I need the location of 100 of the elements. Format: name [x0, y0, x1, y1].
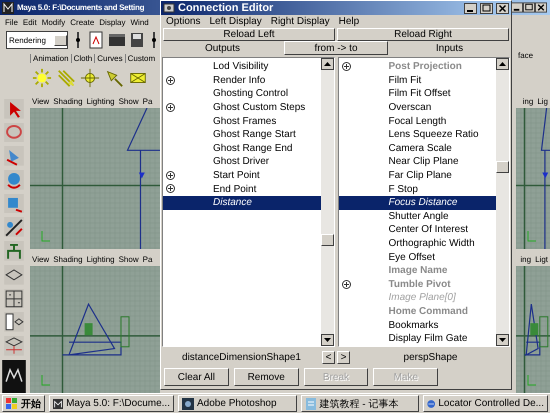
- attribute-item[interactable]: Focal Length: [338, 114, 496, 128]
- attribute-item[interactable]: Ghost Custom Steps: [163, 100, 320, 114]
- menu-item[interactable]: Display: [99, 18, 126, 26]
- viewport-menu-item[interactable]: Show: [118, 255, 139, 264]
- shelf-tab[interactable]: Animation: [30, 54, 71, 62]
- viewport-menu-item[interactable]: Pa: [142, 255, 152, 264]
- expand-plus-icon[interactable]: [166, 102, 175, 112]
- scroll-thumb[interactable]: [320, 234, 334, 246]
- spotlight-icon[interactable]: [104, 68, 124, 88]
- reload-right-button[interactable]: Reload Right: [337, 28, 509, 41]
- viewport-menu-item[interactable]: Lig: [537, 97, 548, 106]
- menu-item[interactable]: Wind: [130, 18, 149, 26]
- clapperboard-icon[interactable]: [108, 33, 126, 47]
- viewport-menu-item[interactable]: View: [32, 97, 50, 106]
- expand-plus-icon[interactable]: [166, 76, 175, 85]
- minimize-icon[interactable]: [511, 2, 523, 13]
- maximize-icon[interactable]: [523, 2, 535, 13]
- attribute-item[interactable]: Ghost Frames: [163, 114, 320, 128]
- scroll-down-icon[interactable]: [320, 334, 334, 346]
- attribute-item[interactable]: Display Film Gate: [338, 332, 496, 346]
- manipulator-icon[interactable]: [4, 217, 24, 238]
- menu-item[interactable]: Edit: [22, 18, 37, 26]
- shelf-tab[interactable]: Curves: [94, 54, 125, 62]
- expand-plus-icon[interactable]: [166, 170, 175, 180]
- expand-plus-icon[interactable]: [342, 280, 350, 288]
- outliner-layout-icon[interactable]: [4, 312, 24, 332]
- viewport-menu-item[interactable]: Shading: [53, 97, 83, 106]
- scroll-up-icon[interactable]: [496, 58, 509, 70]
- attribute-item[interactable]: F Stop: [338, 182, 496, 196]
- action-button[interactable]: Remove: [234, 368, 299, 386]
- menu-item[interactable]: Help: [338, 16, 360, 26]
- menu-item[interactable]: Modify: [42, 18, 66, 26]
- scroll-down-icon[interactable]: [496, 334, 509, 346]
- scrollbar[interactable]: [320, 58, 334, 346]
- attribute-item[interactable]: Start Point: [163, 168, 320, 182]
- menu-item[interactable]: File: [5, 18, 18, 26]
- rotate-tool-icon[interactable]: [4, 170, 24, 190]
- viewport-menu-item[interactable]: Lighting: [86, 255, 115, 264]
- save-icon[interactable]: [130, 32, 144, 48]
- taskbar-button[interactable]: Maya 5.0: F:\Docume...: [49, 395, 174, 412]
- start-button[interactable]: 开始: [2, 395, 45, 412]
- single-view-icon[interactable]: [4, 264, 24, 284]
- expand-plus-icon[interactable]: [166, 184, 175, 194]
- lasso-icon[interactable]: [4, 122, 24, 142]
- attribute-item[interactable]: Distance: [163, 196, 320, 210]
- attribute-item[interactable]: Near Clip Plane: [338, 155, 496, 169]
- soft-mod-icon[interactable]: [4, 241, 24, 261]
- attribute-item[interactable]: Film Fit: [338, 74, 496, 88]
- attribute-item[interactable]: End Point: [163, 182, 320, 196]
- action-button[interactable]: Clear All: [164, 368, 229, 386]
- attribute-item[interactable]: Ghost Driver: [163, 155, 320, 169]
- menu-set-dropdown[interactable]: Rendering: [6, 31, 68, 49]
- expand-plus-icon[interactable]: [342, 62, 350, 71]
- point-light-icon[interactable]: [80, 68, 100, 88]
- shelf-tab[interactable]: Custom: [124, 54, 158, 62]
- attribute-item[interactable]: Overscan: [338, 100, 496, 114]
- shelf-tab[interactable]: Cloth: [70, 54, 94, 62]
- viewport-menu-item[interactable]: Lighting: [86, 97, 115, 106]
- attribute-item[interactable]: Center Of Interest: [338, 223, 496, 237]
- viewport-menu-item[interactable]: Show: [118, 97, 139, 106]
- viewport-menu-item[interactable]: Shading: [53, 255, 83, 264]
- next-button[interactable]: >: [337, 350, 350, 364]
- attribute-item[interactable]: Bookmarks: [338, 318, 496, 332]
- move-tool-icon[interactable]: [4, 146, 24, 166]
- attribute-item[interactable]: Orthographic Width: [338, 236, 496, 250]
- direction-button[interactable]: from -> to: [284, 41, 388, 55]
- viewport-menu-item[interactable]: ing: [522, 97, 534, 106]
- viewport-menu-item[interactable]: Pa: [142, 97, 152, 106]
- scroll-thumb[interactable]: [496, 161, 509, 173]
- attribute-item[interactable]: Eye Offset: [338, 250, 496, 264]
- taskbar-button[interactable]: Locator Controlled De...: [423, 395, 548, 412]
- attribute-item[interactable]: Lod Visibility: [163, 60, 320, 74]
- scroll-up-icon[interactable]: [320, 58, 334, 70]
- menu-item[interactable]: Options: [166, 16, 200, 26]
- menu-item[interactable]: Create: [70, 18, 94, 26]
- viewport-menu-item[interactable]: View: [32, 255, 50, 264]
- four-view-icon[interactable]: [4, 288, 24, 308]
- previous-button[interactable]: <: [322, 350, 335, 364]
- close-icon[interactable]: [496, 2, 509, 14]
- attribute-item[interactable]: Far Clip Plane: [338, 168, 496, 182]
- attribute-item[interactable]: Camera Scale: [338, 142, 496, 156]
- viewport-menu-item[interactable]: Ligt: [535, 255, 548, 264]
- graph-layout-icon[interactable]: [4, 336, 24, 356]
- attribute-item[interactable]: Render Info: [163, 74, 320, 88]
- scrollbar[interactable]: [496, 58, 509, 346]
- taskbar-button[interactable]: 建筑教程 - 记事本: [300, 395, 419, 412]
- reload-left-button[interactable]: Reload Left: [163, 28, 335, 41]
- attribute-item[interactable]: Shutter Angle: [338, 210, 496, 224]
- taskbar-button[interactable]: Adobe Photoshop: [178, 395, 296, 412]
- viewport-menu-item[interactable]: ing: [520, 255, 532, 264]
- scale-tool-icon[interactable]: [4, 194, 24, 214]
- attribute-item[interactable]: Ghost Range Start: [163, 128, 320, 142]
- attribute-item[interactable]: Ghosting Control: [163, 87, 320, 101]
- maximize-icon[interactable]: [480, 2, 493, 14]
- menu-item[interactable]: Left Display: [209, 16, 262, 26]
- minimize-icon[interactable]: [464, 2, 477, 14]
- attribute-item[interactable]: Film Fit Offset: [338, 87, 496, 101]
- attribute-item[interactable]: Lens Squeeze Ratio: [338, 128, 496, 142]
- document-icon[interactable]: [88, 31, 104, 49]
- attribute-item[interactable]: Focus Distance: [338, 196, 496, 210]
